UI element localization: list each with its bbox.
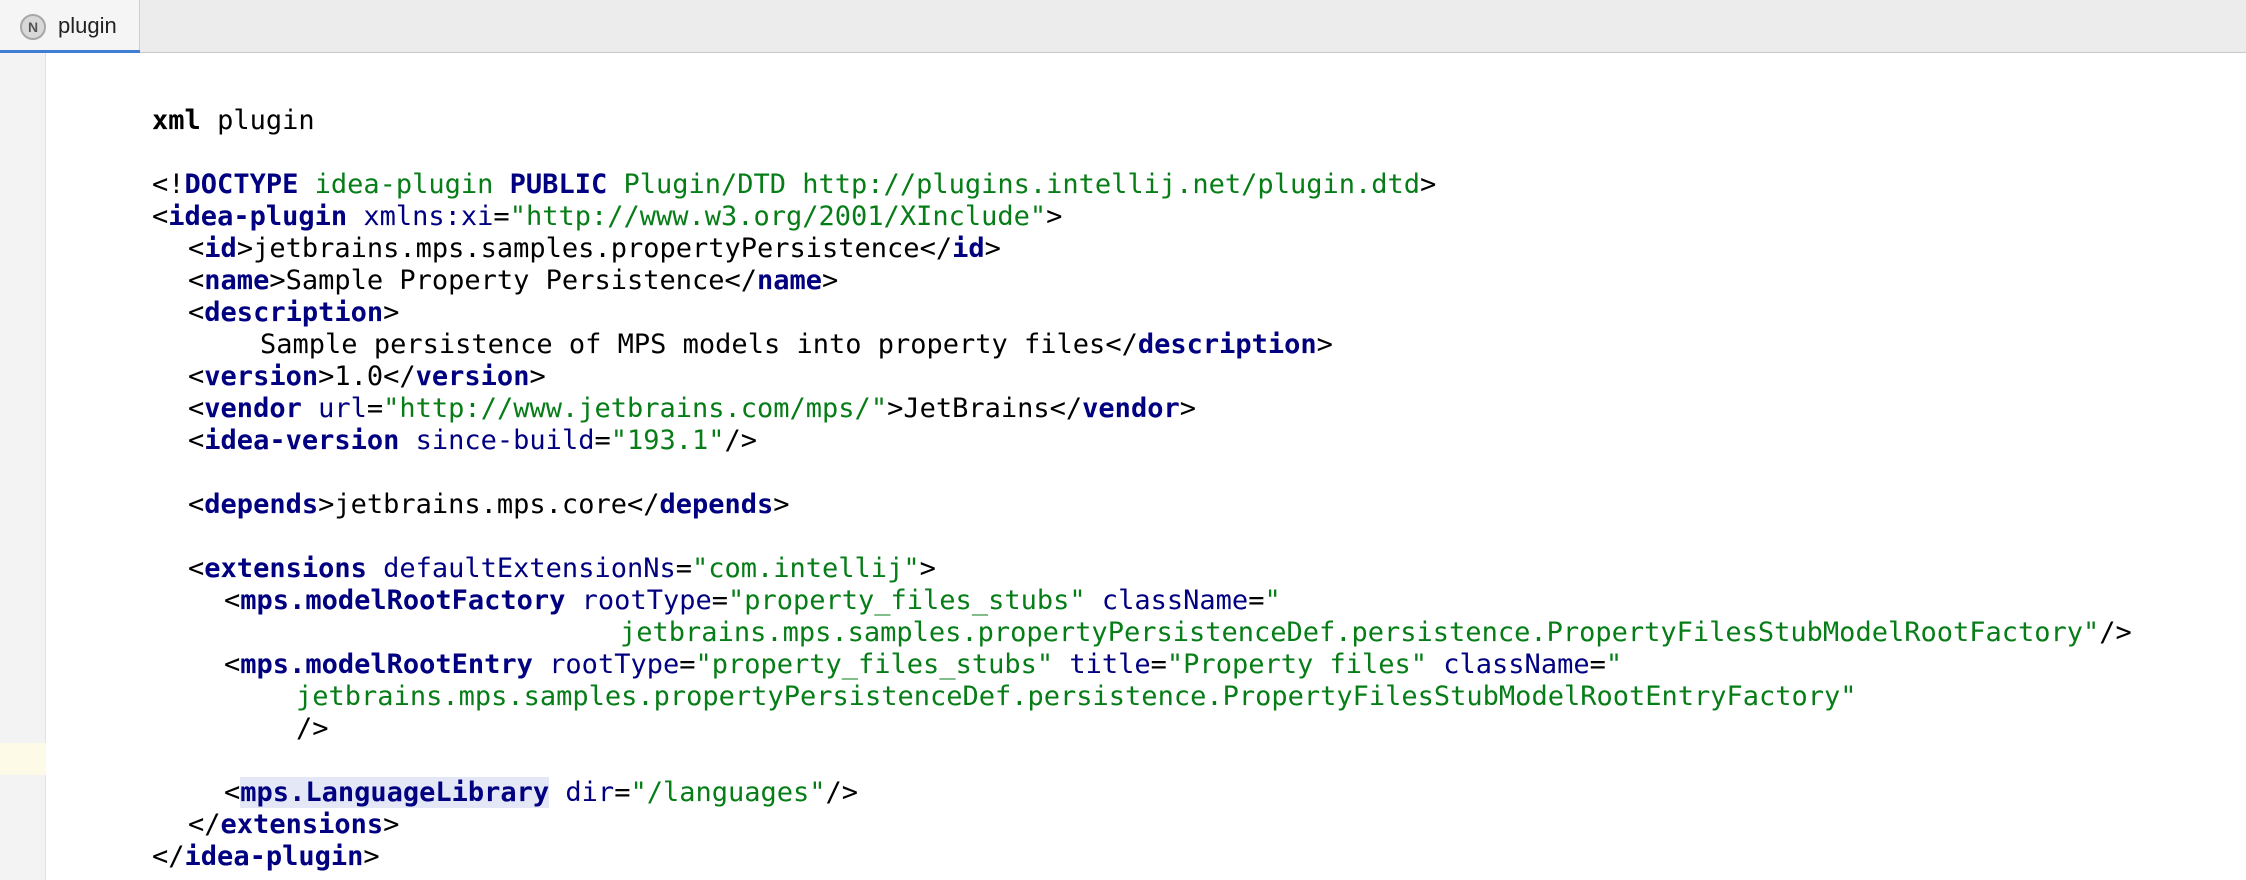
node-icon: N [20, 14, 46, 40]
token: /> [296, 713, 329, 744]
code-line-1[interactable]: xml plugin [87, 73, 315, 136]
root-name: plugin [200, 105, 315, 136]
code-line-depends[interactable]: <depends>jetbrains.mps.core</depends> [123, 457, 790, 520]
token: > [1046, 201, 1063, 232]
token: > [1316, 329, 1333, 360]
code-line-extensions-open[interactable]: <extensions defaultExtensionNs="com.inte… [123, 521, 936, 584]
code-line-model-root-factory-classname[interactable]: jetbrains.mps.samples.propertyPersistenc… [555, 585, 2132, 648]
token: < [188, 489, 205, 520]
code-line-doctype[interactable]: <!DOCTYPE idea-plugin PUBLIC Plugin/DTD … [87, 137, 1436, 200]
token: dir [565, 777, 615, 808]
token: mps.modelRootFactory [240, 585, 566, 616]
token: /> [825, 777, 859, 808]
token: id [952, 233, 985, 264]
code-line-description-open[interactable]: <description> [123, 265, 399, 328]
code-line-name[interactable]: <name>Sample Property Persistence</name> [123, 233, 838, 296]
token: "/languages" [630, 777, 826, 808]
editor-tab-bar: N plugin [0, 0, 2246, 54]
token: </ [1049, 393, 1083, 424]
token: JetBrains [903, 393, 1050, 424]
token: > [1420, 169, 1437, 200]
code-line-idea-plugin-close[interactable]: </idea-plugin> [87, 809, 380, 872]
code-line-description-body[interactable]: Sample persistence of MPS models into pr… [195, 297, 1333, 360]
code-line-idea-version[interactable]: <idea-version since-build="193.1"/> [123, 393, 757, 456]
token: depends [659, 489, 774, 520]
token: </ [1105, 329, 1138, 360]
code-line-model-root-factory[interactable]: <mps.modelRootFactory rootType="property… [159, 553, 1281, 616]
token: </ [724, 265, 758, 296]
token: idea-plugin [184, 841, 364, 872]
token: jetbrains.mps.core [334, 489, 627, 520]
code-line-id[interactable]: <id>jetbrains.mps.samples.propertyPersis… [123, 201, 1001, 264]
token: name [757, 265, 823, 296]
token: > [984, 233, 1001, 264]
code-line-idea-plugin-open[interactable]: <idea-plugin xmlns:xi="http://www.w3.org… [87, 169, 1062, 232]
token: /> [724, 425, 758, 456]
code-line-version[interactable]: <version>1.0</version> [123, 329, 546, 392]
tab-label: plugin [58, 13, 117, 38]
root-concept-keyword: xml [152, 105, 201, 136]
tab-plugin[interactable]: N plugin [0, 0, 140, 54]
token: < [224, 585, 241, 616]
token: > [887, 393, 904, 424]
token: > [383, 809, 400, 840]
token: = [614, 777, 631, 808]
token: > [318, 489, 335, 520]
token: = [594, 425, 611, 456]
token: > [822, 265, 839, 296]
token: > [1179, 393, 1196, 424]
code-line-model-root-entry[interactable]: <mps.modelRootEntry rootType="property_f… [159, 617, 1622, 680]
token: > [363, 841, 380, 872]
code-line-language-library[interactable]: <mps.LanguageLibrary dir="/languages"/> [159, 745, 858, 808]
token: </ [919, 233, 953, 264]
token: </ [626, 489, 660, 520]
code-editor[interactable]: xml plugin <!DOCTYPE idea-plugin PUBLIC … [46, 53, 2246, 880]
token: idea-version [204, 425, 400, 456]
token: /> [2099, 617, 2132, 648]
code-line-extensions-close[interactable]: </extensions> [123, 777, 399, 840]
token: "193.1" [610, 425, 725, 456]
token: vendor [1082, 393, 1180, 424]
code-line-model-root-entry-classname[interactable]: jetbrains.mps.samples.propertyPersistenc… [231, 649, 1857, 712]
token: since-build [415, 425, 595, 456]
token: depends [204, 489, 319, 520]
token: > [773, 489, 790, 520]
token: description [1137, 329, 1317, 360]
code-line-vendor[interactable]: <vendor url="http://www.jetbrains.com/mp… [123, 361, 1196, 424]
token: jetbrains.mps.samples.propertyPersistenc… [296, 681, 1857, 712]
token: < [188, 425, 205, 456]
code-line-model-root-entry-close[interactable]: /> [231, 681, 329, 744]
token: </ [152, 841, 185, 872]
